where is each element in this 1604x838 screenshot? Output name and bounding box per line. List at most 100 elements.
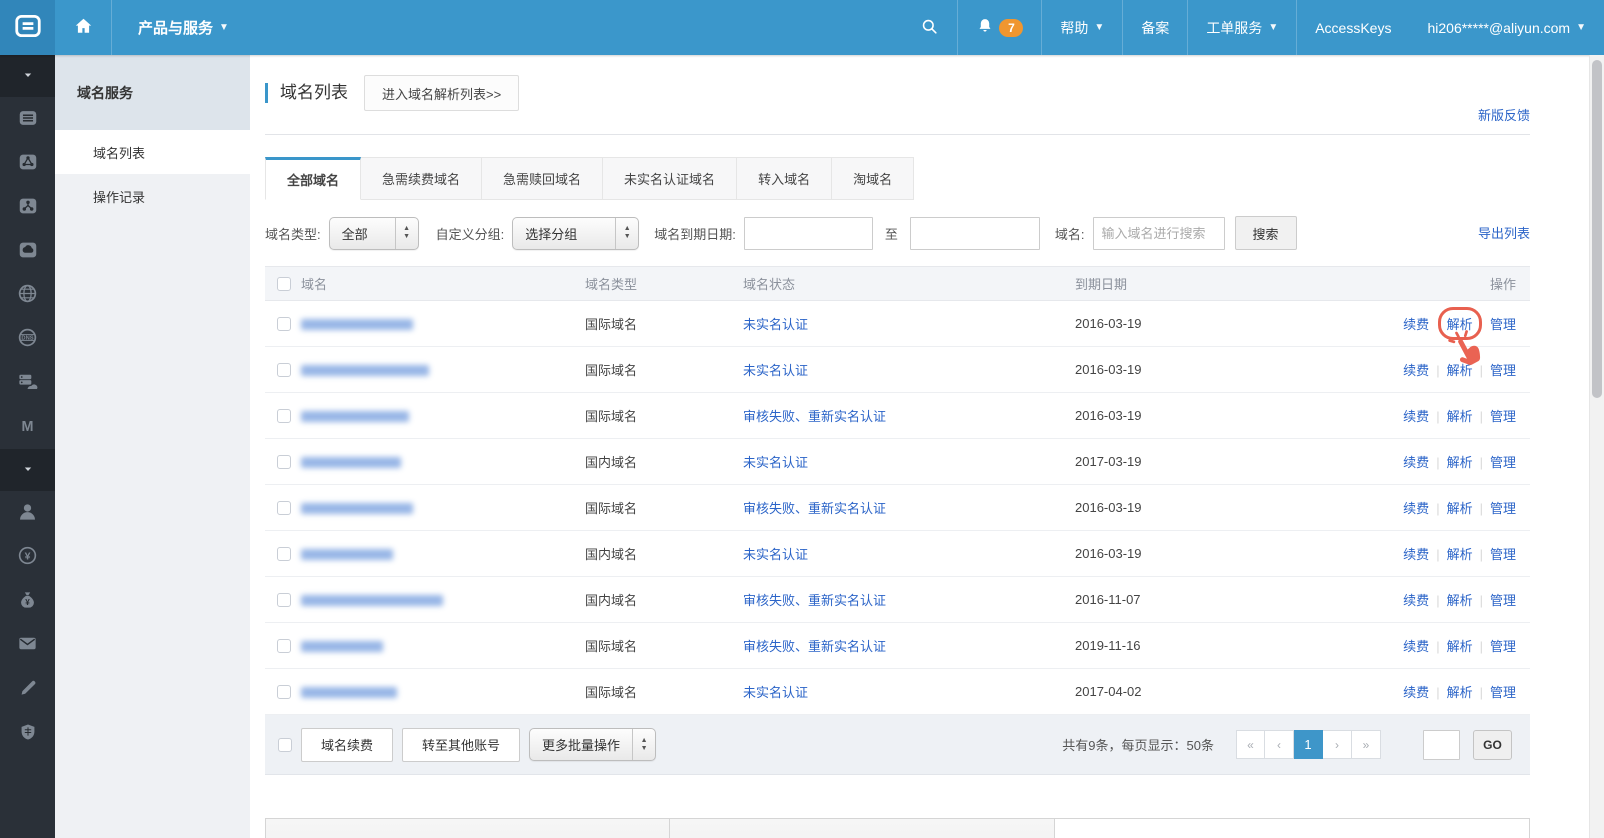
action-link-manage[interactable]: 管理	[1490, 547, 1516, 562]
action-link-renew[interactable]: 续费	[1403, 363, 1429, 378]
domain-name-redacted[interactable]	[301, 319, 413, 330]
product-services-menu[interactable]: 产品与服务▼	[111, 0, 255, 55]
page-next-button[interactable]: ›	[1323, 730, 1352, 759]
row-checkbox[interactable]	[277, 593, 291, 607]
action-link-manage[interactable]: 管理	[1490, 685, 1516, 700]
batch-select-checkbox[interactable]	[278, 738, 292, 752]
action-link-renew[interactable]: 续费	[1403, 317, 1429, 332]
rail-item[interactable]	[0, 491, 55, 535]
page-first-button[interactable]: «	[1236, 730, 1265, 759]
row-checkbox[interactable]	[277, 317, 291, 331]
rail-item[interactable]: M	[0, 405, 55, 449]
action-link-renew[interactable]: 续费	[1403, 685, 1429, 700]
page-prev-button[interactable]: ‹	[1265, 730, 1294, 759]
action-link-resolve[interactable]: 解析	[1447, 501, 1473, 516]
action-link-manage[interactable]: 管理	[1490, 409, 1516, 424]
domain-status-link[interactable]: 审核失败、重新实名认证	[743, 639, 886, 654]
row-checkbox[interactable]	[277, 639, 291, 653]
rail-item[interactable]: DNS	[0, 317, 55, 361]
more-batch-select[interactable]: 更多批量操作 ▲▼	[529, 728, 656, 761]
rail-section-toggle[interactable]	[0, 55, 55, 97]
accesskeys-link[interactable]: AccessKeys	[1296, 0, 1409, 55]
action-link-renew[interactable]: 续费	[1403, 455, 1429, 470]
tab[interactable]: 急需续费域名	[361, 157, 482, 200]
action-link-manage[interactable]: 管理	[1490, 593, 1516, 608]
domain-status-link[interactable]: 审核失败、重新实名认证	[743, 593, 886, 608]
row-checkbox[interactable]	[277, 547, 291, 561]
domain-status-link[interactable]: 未实名认证	[743, 685, 808, 700]
rail-item[interactable]	[0, 273, 55, 317]
action-link-resolve[interactable]: 解析	[1447, 639, 1473, 654]
action-link-renew[interactable]: 续费	[1403, 593, 1429, 608]
rail-item[interactable]	[0, 229, 55, 273]
tab[interactable]: 急需赎回域名	[482, 157, 603, 200]
domain-type-select[interactable]: 全部 ▲▼	[329, 217, 419, 250]
row-checkbox[interactable]	[277, 409, 291, 423]
tab[interactable]: 转入域名	[737, 157, 832, 200]
renew-domains-button[interactable]: 域名续费	[301, 728, 393, 762]
rail-item[interactable]	[0, 667, 55, 711]
rail-item[interactable]	[0, 623, 55, 667]
action-link-resolve[interactable]: 解析	[1447, 317, 1473, 332]
feedback-link[interactable]: 新版反馈	[1478, 105, 1530, 124]
rail-item[interactable]	[0, 141, 55, 185]
scrollbar-thumb[interactable]	[1592, 60, 1602, 398]
help-menu[interactable]: 帮助▼	[1041, 0, 1122, 55]
row-checkbox[interactable]	[277, 455, 291, 469]
action-link-resolve[interactable]: 解析	[1447, 547, 1473, 562]
rail-item[interactable]	[0, 185, 55, 229]
domain-name-redacted[interactable]	[301, 365, 429, 376]
rail-item[interactable]: ¥	[0, 535, 55, 579]
search-submit-button[interactable]: 搜索	[1235, 216, 1297, 250]
domain-search-input[interactable]	[1093, 217, 1225, 250]
rail-section-toggle[interactable]	[0, 449, 55, 491]
tab[interactable]: 淘域名	[832, 157, 914, 200]
action-link-resolve[interactable]: 解析	[1447, 363, 1473, 378]
action-link-resolve[interactable]: 解析	[1447, 455, 1473, 470]
rail-item[interactable]	[0, 97, 55, 141]
notifications-button[interactable]: 7	[957, 0, 1041, 55]
user-menu[interactable]: hi206*****@aliyun.com▼	[1409, 0, 1604, 55]
page-current[interactable]: 1	[1294, 730, 1323, 759]
home-button[interactable]	[55, 0, 111, 55]
domain-status-link[interactable]: 审核失败、重新实名认证	[743, 501, 886, 516]
go-button[interactable]: GO	[1473, 730, 1512, 760]
rail-item[interactable]	[0, 361, 55, 405]
action-link-renew[interactable]: 续费	[1403, 409, 1429, 424]
domain-name-redacted[interactable]	[301, 687, 397, 698]
subnav-item[interactable]: 操作记录	[55, 174, 250, 218]
domain-status-link[interactable]: 未实名认证	[743, 455, 808, 470]
export-link[interactable]: 导出列表	[1478, 223, 1530, 242]
domain-status-link[interactable]: 未实名认证	[743, 363, 808, 378]
expiry-to-input[interactable]	[910, 217, 1040, 250]
expiry-from-input[interactable]	[744, 217, 873, 250]
icp-link[interactable]: 备案	[1122, 0, 1187, 55]
transfer-account-button[interactable]: 转至其他账号	[402, 728, 520, 762]
row-checkbox[interactable]	[277, 685, 291, 699]
action-link-manage[interactable]: 管理	[1490, 639, 1516, 654]
action-link-manage[interactable]: 管理	[1490, 363, 1516, 378]
action-link-manage[interactable]: 管理	[1490, 501, 1516, 516]
action-link-renew[interactable]: 续费	[1403, 639, 1429, 654]
tab[interactable]: 全部域名	[265, 157, 361, 200]
domain-status-link[interactable]: 未实名认证	[743, 547, 808, 562]
domain-name-redacted[interactable]	[301, 595, 443, 606]
row-checkbox[interactable]	[277, 363, 291, 377]
search-button[interactable]	[902, 0, 957, 55]
action-link-resolve[interactable]: 解析	[1447, 409, 1473, 424]
action-link-resolve[interactable]: 解析	[1447, 685, 1473, 700]
action-link-renew[interactable]: 续费	[1403, 547, 1429, 562]
custom-group-select[interactable]: 选择分组 ▲▼	[512, 217, 639, 250]
tab[interactable]: 未实名认证域名	[603, 157, 737, 200]
rail-item[interactable]: ¥	[0, 579, 55, 623]
domain-name-redacted[interactable]	[301, 503, 413, 514]
domain-name-redacted[interactable]	[301, 411, 409, 422]
subnav-item[interactable]: 域名列表	[55, 130, 250, 174]
action-link-renew[interactable]: 续费	[1403, 501, 1429, 516]
aliyun-logo[interactable]	[0, 0, 55, 55]
select-all-checkbox[interactable]	[277, 277, 291, 291]
action-link-manage[interactable]: 管理	[1490, 455, 1516, 470]
domain-name-redacted[interactable]	[301, 549, 393, 560]
domain-status-link[interactable]: 未实名认证	[743, 317, 808, 332]
domain-status-link[interactable]: 审核失败、重新实名认证	[743, 409, 886, 424]
